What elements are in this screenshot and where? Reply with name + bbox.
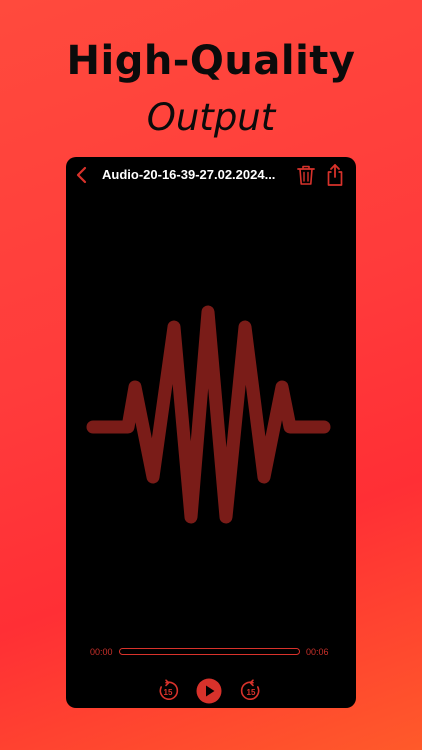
forward-15-icon[interactable]: 15 <box>239 679 263 703</box>
rewind-15-icon[interactable]: 15 <box>156 679 180 703</box>
chevron-left-icon[interactable] <box>72 165 92 185</box>
forward-seconds-label: 15 <box>247 688 256 697</box>
time-total: 00:06 <box>306 647 329 657</box>
progress-slider[interactable] <box>119 648 300 655</box>
promo-subline: Output <box>146 96 276 139</box>
rewind-seconds-label: 15 <box>164 688 173 697</box>
promo-headline: High-Quality <box>66 38 356 84</box>
trash-icon[interactable] <box>296 164 316 186</box>
player-screen: Audio-20-16-39-27.02.2024... 00:00 00:06… <box>66 157 356 708</box>
player-topbar: Audio-20-16-39-27.02.2024... <box>66 157 356 193</box>
waveform-graphic <box>86 305 331 524</box>
recording-title: Audio-20-16-39-27.02.2024... <box>102 167 276 182</box>
time-elapsed: 00:00 <box>90 647 113 657</box>
play-icon[interactable] <box>196 678 222 704</box>
share-icon[interactable] <box>325 163 345 187</box>
